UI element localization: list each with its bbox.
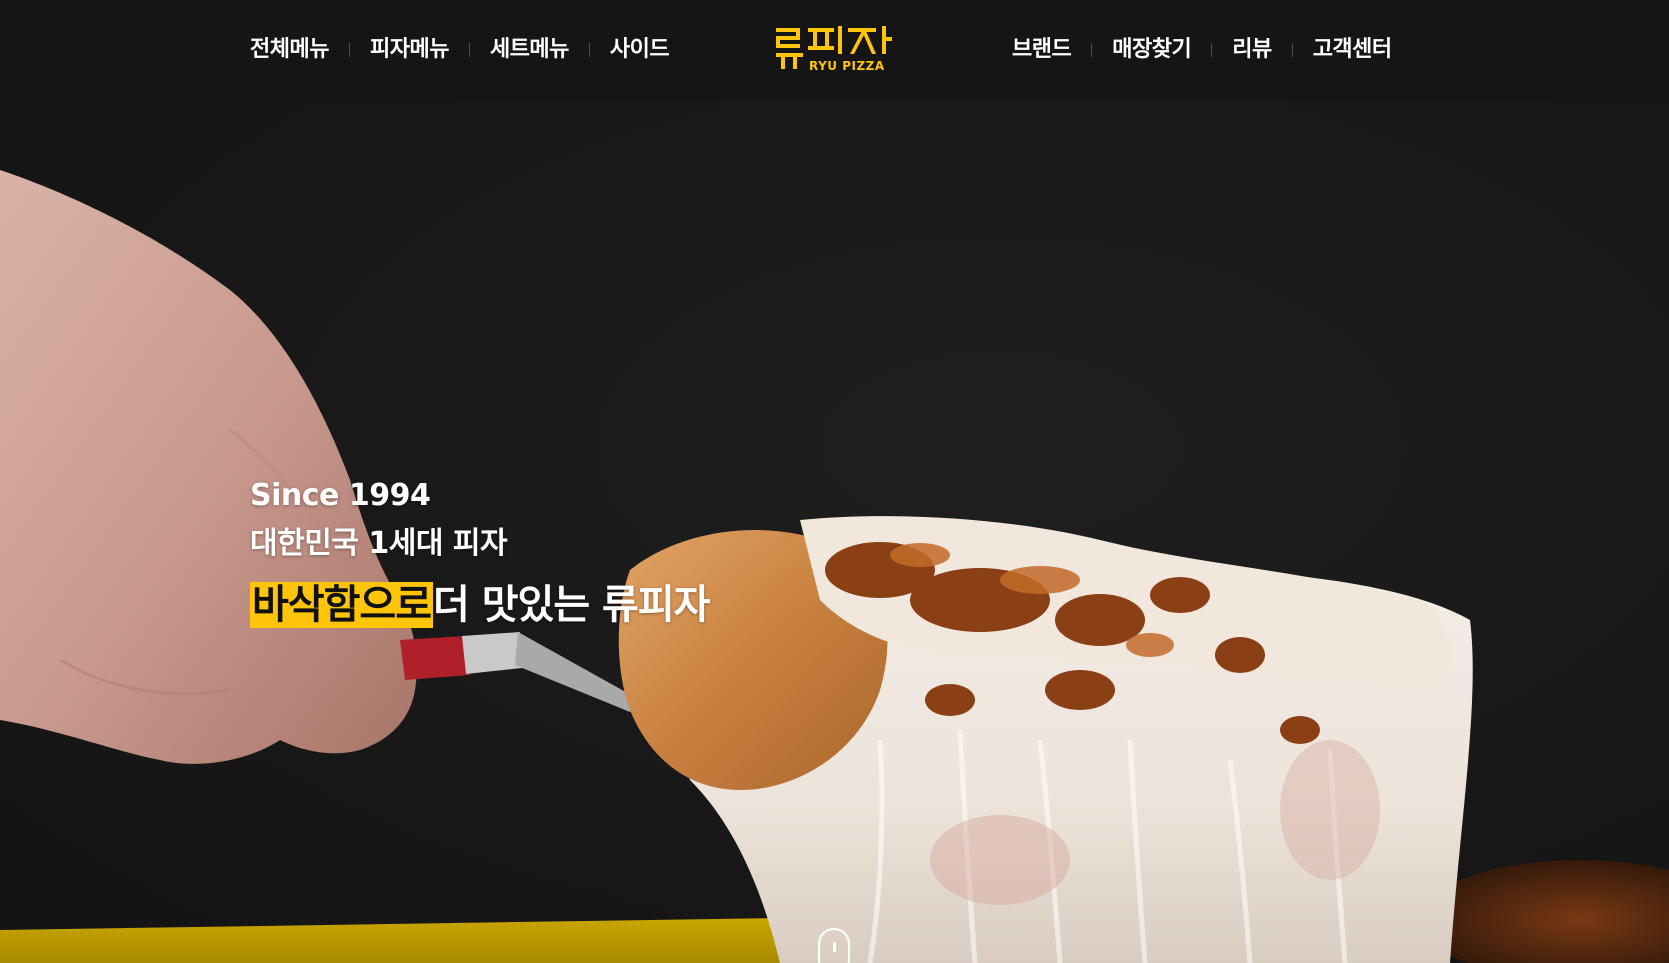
nav-item-all-menu[interactable]: 전체메뉴 xyxy=(250,34,329,66)
hero-tagline-highlight: 바삭함으로 xyxy=(250,582,433,628)
nav-divider xyxy=(348,43,350,57)
hero-banner: Since 1994 대한민국 1세대 피자 바삭함으로더 맛있는 류피자 xyxy=(0,100,1669,963)
nav-item-store-locator[interactable]: 매장찾기 xyxy=(1112,34,1191,66)
top-navigation-bar: 전체메뉴 피자메뉴 세트메뉴 사이드 RYU PIZZA 브랜드 매장찾기 리뷰… xyxy=(0,0,1669,100)
nav-item-set-menu[interactable]: 세트메뉴 xyxy=(490,34,569,66)
main-nav-right: 브랜드 매장찾기 리뷰 고객센터 xyxy=(1012,34,1392,66)
nav-divider xyxy=(468,43,470,57)
nav-divider xyxy=(588,43,590,57)
nav-divider xyxy=(1091,43,1093,57)
nav-item-pizza-menu[interactable]: 피자메뉴 xyxy=(370,34,449,66)
brand-logo[interactable]: RYU PIZZA xyxy=(776,26,896,76)
nav-item-review[interactable]: 리뷰 xyxy=(1232,34,1272,66)
nav-item-brand[interactable]: 브랜드 xyxy=(1012,34,1072,66)
hero-tagline: 바삭함으로더 맛있는 류피자 xyxy=(250,578,710,632)
mouse-scroll-icon[interactable] xyxy=(818,928,850,963)
main-nav-left: 전체메뉴 피자메뉴 세트메뉴 사이드 xyxy=(250,34,670,66)
nav-divider xyxy=(1291,43,1293,57)
hero-first-generation-text: 대한민국 1세대 피자 xyxy=(250,526,508,561)
mouse-wheel xyxy=(833,942,836,952)
nav-divider xyxy=(1211,43,1213,57)
nav-item-side[interactable]: 사이드 xyxy=(610,34,670,66)
hero-since-text: Since 1994 xyxy=(250,478,431,513)
logo-english-text: RYU PIZZA xyxy=(809,59,885,73)
page: 전체메뉴 피자메뉴 세트메뉴 사이드 RYU PIZZA 브랜드 매장찾기 리뷰… xyxy=(0,0,1669,963)
hero-tagline-rest: 더 맛있는 류피자 xyxy=(433,582,710,628)
nav-item-customer-center[interactable]: 고객센터 xyxy=(1313,34,1392,66)
hero-copy: Since 1994 대한민국 1세대 피자 바삭함으로더 맛있는 류피자 xyxy=(250,472,710,632)
